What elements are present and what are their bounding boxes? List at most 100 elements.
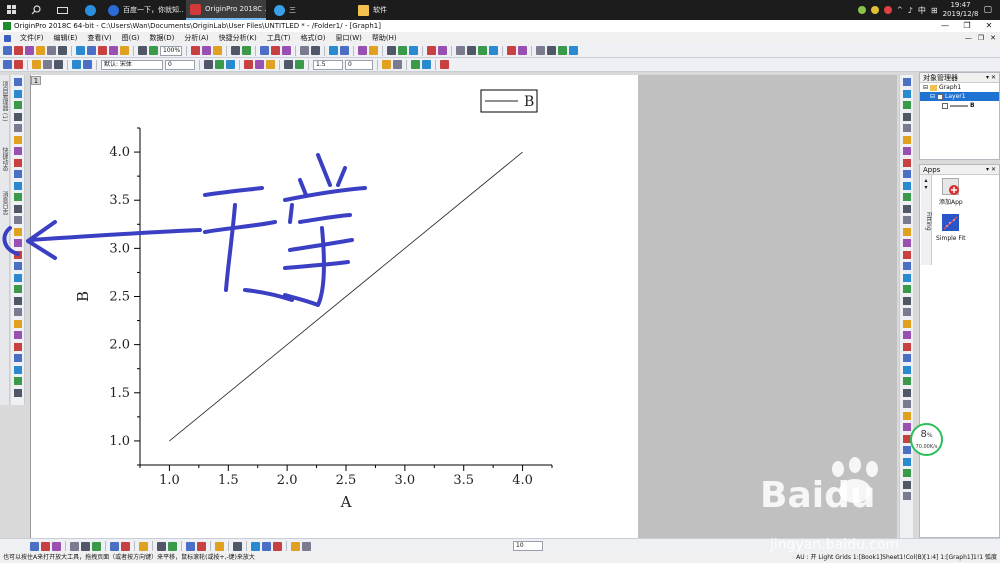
add-app-icon[interactable] bbox=[942, 178, 959, 195]
3d-surface-icon[interactable] bbox=[121, 541, 130, 551]
decrease-font-icon[interactable] bbox=[266, 60, 275, 69]
more-icon[interactable] bbox=[903, 446, 911, 454]
circle-tool-icon[interactable] bbox=[14, 239, 22, 247]
increase-font-icon[interactable] bbox=[255, 60, 264, 69]
line-style-select[interactable]: 0 bbox=[345, 59, 373, 70]
code-icon[interactable] bbox=[282, 46, 291, 55]
|[interactable] bbox=[903, 181, 911, 190]
column-icon[interactable] bbox=[70, 541, 79, 551]
template-icon[interactable] bbox=[139, 541, 148, 551]
z-axis-icon[interactable] bbox=[409, 46, 418, 55]
layer-number-tab[interactable]: 1 bbox=[31, 76, 41, 85]
export-icon[interactable] bbox=[507, 46, 516, 55]
lock-icon[interactable] bbox=[903, 354, 911, 362]
rotate-icon[interactable] bbox=[14, 377, 22, 385]
annotation-icon[interactable] bbox=[903, 101, 911, 109]
edge-browser-icon[interactable] bbox=[82, 0, 98, 20]
select-icon[interactable] bbox=[3, 60, 12, 69]
new-note-icon[interactable] bbox=[47, 46, 56, 55]
collapse-icon[interactable]: ⊟ bbox=[923, 83, 928, 92]
data-cursor-icon[interactable] bbox=[14, 135, 22, 144]
refresh-icon[interactable] bbox=[149, 46, 158, 55]
horiz-align-icon[interactable] bbox=[903, 239, 911, 247]
bold-icon[interactable] bbox=[204, 60, 213, 69]
app-icon[interactable] bbox=[569, 46, 578, 55]
taskbar-app-three[interactable]: 三 bbox=[270, 0, 350, 20]
graph-tool-icon[interactable] bbox=[14, 354, 22, 362]
line-color-icon[interactable] bbox=[284, 60, 293, 69]
layer-icon[interactable] bbox=[242, 46, 251, 55]
search-icon[interactable] bbox=[28, 0, 44, 20]
command-window-icon[interactable] bbox=[311, 46, 320, 55]
chevron-up-icon[interactable]: ^ bbox=[897, 6, 903, 14]
menu-data[interactable]: 数据(D) bbox=[145, 33, 180, 43]
open-template-icon[interactable] bbox=[87, 46, 96, 55]
menu-view[interactable]: 查看(V) bbox=[82, 33, 116, 43]
bottom-align-icon[interactable] bbox=[903, 227, 911, 236]
area-icon[interactable] bbox=[92, 541, 101, 551]
line-style-icon[interactable] bbox=[30, 541, 39, 551]
grid-icon[interactable] bbox=[197, 541, 206, 551]
layer-visible-checkbox[interactable] bbox=[937, 93, 944, 100]
|[interactable] bbox=[14, 285, 22, 293]
add-layer-icon[interactable] bbox=[903, 112, 911, 121]
group-icon[interactable] bbox=[262, 541, 271, 551]
simple-fit-label[interactable]: Simple Fit bbox=[936, 235, 965, 242]
legend-icon[interactable] bbox=[215, 541, 224, 551]
simple-fit-icon[interactable] bbox=[942, 214, 959, 231]
scale-icon[interactable] bbox=[438, 46, 447, 55]
menu-window[interactable]: 窗口(W) bbox=[330, 33, 366, 43]
align-icon[interactable] bbox=[903, 158, 911, 167]
text-tool-icon[interactable] bbox=[14, 181, 22, 190]
new-function-icon[interactable] bbox=[58, 46, 67, 55]
align-icon[interactable] bbox=[251, 541, 260, 551]
left-align-icon[interactable] bbox=[903, 193, 911, 201]
save-icon[interactable] bbox=[98, 46, 107, 55]
open-icon[interactable] bbox=[76, 46, 85, 55]
forward-icon[interactable] bbox=[903, 308, 911, 316]
ungroup-icon[interactable] bbox=[903, 342, 911, 351]
line-width-select[interactable]: 1.5 bbox=[313, 59, 343, 70]
screen-reader-icon[interactable] bbox=[14, 112, 22, 121]
arrange-icon[interactable] bbox=[903, 377, 911, 385]
legend-tool-icon[interactable] bbox=[14, 319, 22, 328]
layout-icon[interactable] bbox=[903, 170, 911, 178]
snap-icon[interactable] bbox=[903, 423, 911, 431]
front-icon[interactable] bbox=[903, 285, 911, 293]
taskbar-app-folder[interactable]: 软件 bbox=[354, 0, 434, 20]
contour-icon[interactable] bbox=[110, 541, 119, 551]
backward-icon[interactable] bbox=[903, 319, 911, 328]
region-mask-icon[interactable] bbox=[14, 170, 22, 178]
notification-icon[interactable]: ▢ bbox=[983, 5, 992, 15]
back-icon[interactable] bbox=[302, 541, 311, 551]
left-arrow-icon[interactable] bbox=[456, 46, 465, 55]
network-speed-widget[interactable]: 8% 70.00K/s bbox=[910, 423, 943, 456]
rectangle-tool-icon[interactable] bbox=[14, 227, 22, 236]
menu-file[interactable]: 文件(F) bbox=[15, 33, 49, 43]
right-align-icon[interactable] bbox=[903, 204, 911, 213]
tree-item-graph[interactable]: ⊟ Graph1 bbox=[920, 83, 999, 92]
up-arrow-icon[interactable] bbox=[478, 46, 487, 55]
panel-pin-close-icon[interactable]: ▾ ✕ bbox=[986, 73, 996, 83]
axis-icon[interactable] bbox=[186, 541, 195, 551]
results-log-icon[interactable] bbox=[300, 46, 309, 55]
maximize-icon[interactable]: ❐ bbox=[956, 20, 978, 32]
taskbar-clock[interactable]: 19:47 2019/12/8 bbox=[943, 1, 979, 19]
tab-project-explorer[interactable]: 项目管理器 (1) bbox=[1, 81, 9, 121]
taskbar-app-origin[interactable]: OriginPro 2018C ... bbox=[186, 0, 266, 20]
app-icon[interactable] bbox=[536, 46, 545, 55]
input-language-indicator[interactable]: 中 bbox=[918, 5, 926, 16]
worksheet-icon[interactable] bbox=[260, 46, 269, 55]
color-scale-icon[interactable] bbox=[14, 331, 22, 339]
new-workbook-icon[interactable] bbox=[14, 46, 23, 55]
tray-app-icon[interactable] bbox=[883, 6, 892, 14]
new-graph-icon[interactable] bbox=[25, 46, 34, 55]
more-icon[interactable] bbox=[440, 60, 449, 69]
plot-visible-checkbox[interactable] bbox=[942, 102, 948, 109]
zoom-out-icon[interactable] bbox=[202, 46, 211, 55]
tab-message-log[interactable]: 消息日志 bbox=[1, 191, 9, 215]
pie-icon[interactable] bbox=[81, 541, 90, 551]
superscript-icon[interactable] bbox=[54, 60, 63, 69]
apps-scroll-down-icon[interactable]: ▾ bbox=[921, 184, 931, 191]
new-matrix-icon[interactable] bbox=[36, 46, 45, 55]
